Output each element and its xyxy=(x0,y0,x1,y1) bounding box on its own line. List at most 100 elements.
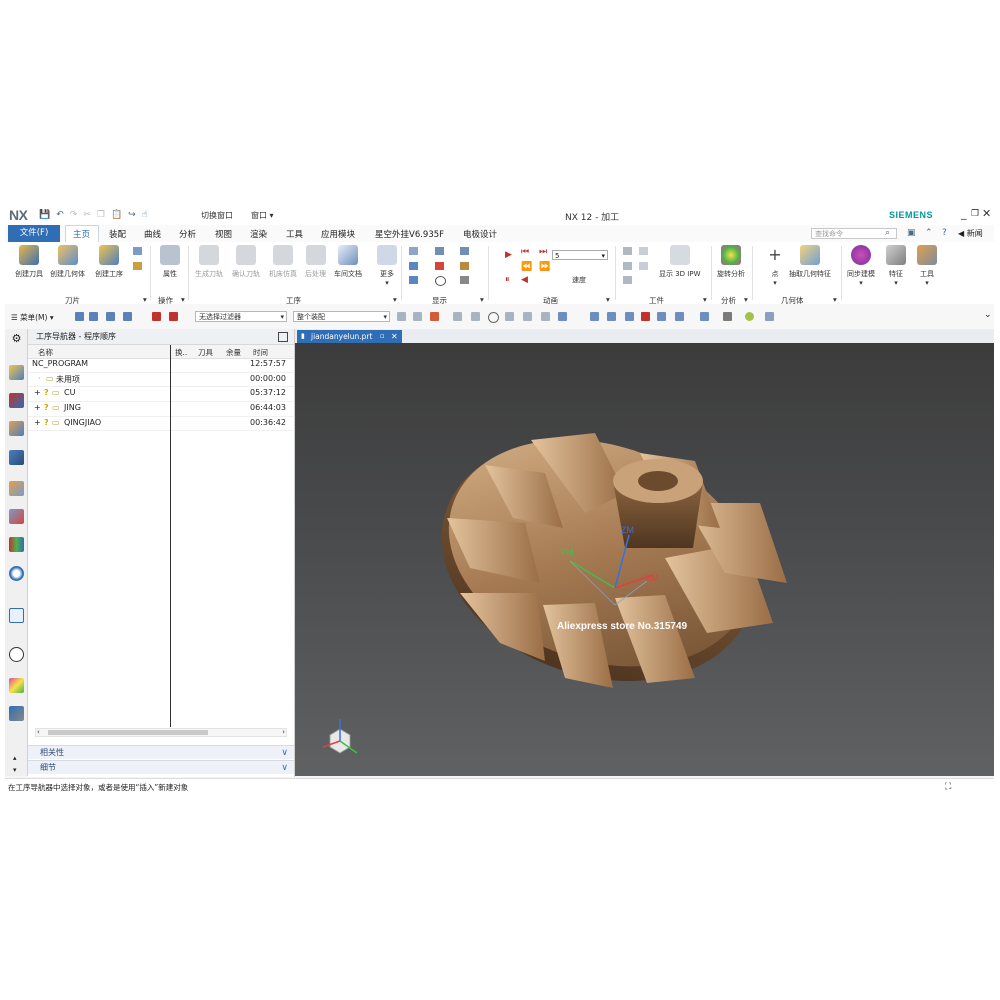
snap-point-icon[interactable] xyxy=(397,312,406,321)
document-options-icon[interactable]: ▫ xyxy=(380,330,385,343)
graphics-window[interactable]: YM ZM XM Aliexpress store No.315749 xyxy=(295,343,994,776)
expand-icon[interactable]: + xyxy=(34,403,41,412)
snap-icon[interactable] xyxy=(75,312,84,321)
display-all-icon[interactable] xyxy=(409,276,418,284)
selection-mode-icon[interactable] xyxy=(152,312,161,321)
touch-mode-icon[interactable]: ☝ xyxy=(142,210,147,220)
column-header-tool-change[interactable]: 换.. xyxy=(175,347,187,358)
horizontal-scrollbar[interactable]: ‹ › xyxy=(35,728,287,737)
rotation-analysis-button[interactable]: 旋转分析 xyxy=(717,245,745,279)
group-dropdown-icon[interactable]: ▾ xyxy=(703,295,707,304)
more-button[interactable]: 更多 ▾ xyxy=(377,245,397,287)
view-icon[interactable] xyxy=(641,312,650,321)
tab-assembly[interactable]: 装配 xyxy=(109,228,126,240)
workpiece-option-icon[interactable] xyxy=(639,262,648,270)
details-panel[interactable]: 细节 ∨ xyxy=(28,760,294,774)
scroll-up-icon[interactable]: ▴ xyxy=(13,754,17,762)
view-icon[interactable] xyxy=(607,312,616,321)
maximize-icon[interactable] xyxy=(278,332,288,342)
snap-point-icon[interactable] xyxy=(453,312,462,321)
type-filter-select[interactable]: 无选择过滤器 xyxy=(195,311,287,323)
copy-icon[interactable]: ❐ xyxy=(97,210,105,220)
history-icon[interactable] xyxy=(9,608,24,623)
small-op-icon[interactable] xyxy=(133,262,142,270)
display-toolpath-icon[interactable] xyxy=(409,247,418,255)
column-divider[interactable] xyxy=(170,345,171,727)
render-style-icon[interactable] xyxy=(765,312,774,321)
snap-point-icon[interactable] xyxy=(471,312,480,321)
tab-home[interactable]: 主页 xyxy=(73,228,90,240)
display-extra-icon[interactable] xyxy=(460,247,469,255)
group-dropdown-icon[interactable]: ▾ xyxy=(744,295,748,304)
feature-button[interactable]: 特征 ▾ xyxy=(886,245,906,287)
machine-view-icon[interactable] xyxy=(9,393,24,408)
expand-icon[interactable]: + xyxy=(34,418,41,427)
workpiece-option-icon[interactable] xyxy=(623,262,632,270)
tab-applications[interactable]: 应用模块 xyxy=(321,228,355,240)
snap-point-icon[interactable] xyxy=(523,312,532,321)
tools-button[interactable]: 工具 ▾ xyxy=(917,245,937,287)
column-header-stock[interactable]: 余量 xyxy=(226,347,241,358)
expand-icon[interactable]: + xyxy=(34,388,41,397)
document-tab[interactable]: ▮ jiandanyelun.prt ▫ ✕ xyxy=(297,330,402,343)
scrollbar-thumb[interactable] xyxy=(48,730,208,735)
selection-mode-icon[interactable] xyxy=(169,312,178,321)
column-header-tool[interactable]: 刀具 xyxy=(198,347,213,358)
group-dropdown-icon[interactable]: ▾ xyxy=(606,295,610,304)
snap-point-icon[interactable] xyxy=(430,312,439,321)
stop-icon[interactable]: ◀ xyxy=(521,275,528,285)
fullscreen-icon[interactable]: ⛶ xyxy=(945,779,951,795)
dependencies-panel[interactable]: 相关性 ∨ xyxy=(28,745,294,759)
table-row[interactable]: + ? ▭ CU 05:37:12 xyxy=(28,387,294,403)
restore-icon[interactable]: ❐ xyxy=(971,209,979,219)
step-forward-icon[interactable]: ⏭ xyxy=(539,247,547,257)
workpiece-option-icon[interactable] xyxy=(623,247,632,255)
tab-analysis[interactable]: 分析 xyxy=(179,228,196,240)
shop-documentation-button[interactable]: 车间文档 xyxy=(334,245,362,279)
save-icon[interactable]: 💾 xyxy=(39,210,50,220)
small-op-icon[interactable] xyxy=(133,247,142,255)
create-operation-button[interactable]: 创建工序 xyxy=(95,245,123,279)
display-selected-icon[interactable] xyxy=(409,262,418,270)
snap-point-icon[interactable] xyxy=(541,312,550,321)
tab-plugin[interactable]: 星空外挂V6.935F xyxy=(375,228,444,240)
clock-icon[interactable] xyxy=(9,647,24,662)
help-icon[interactable]: ? xyxy=(942,228,947,238)
display-tool-icon[interactable] xyxy=(460,262,469,270)
scroll-right-icon[interactable]: › xyxy=(282,728,285,736)
group-dropdown-icon[interactable]: ▾ xyxy=(833,295,837,304)
pause-icon[interactable]: ⏸ xyxy=(505,275,510,285)
view-icon[interactable] xyxy=(657,312,666,321)
search-icon[interactable]: ⌕ xyxy=(885,228,890,238)
paste-icon[interactable]: 📋 xyxy=(111,210,122,220)
tab-electrode-design[interactable]: 电极设计 xyxy=(463,228,497,240)
play-icon[interactable]: ▶ xyxy=(505,250,512,260)
snap-point-icon[interactable] xyxy=(505,312,514,321)
tab-view[interactable]: 视图 xyxy=(215,228,232,240)
tab-curve[interactable]: 曲线 xyxy=(144,228,161,240)
table-row[interactable]: · ▭ 未用项 00:00:00 xyxy=(28,373,294,388)
visual-palette-icon[interactable] xyxy=(9,678,24,693)
cut-icon[interactable]: ✂ xyxy=(83,210,91,220)
table-row[interactable]: + ? ▭ JING 06:44:03 xyxy=(28,402,294,417)
reuse-library-icon[interactable] xyxy=(9,537,24,552)
render-style-icon[interactable] xyxy=(700,312,709,321)
view-orientation-triad[interactable] xyxy=(322,719,358,754)
switch-window-button[interactable]: 切换窗口 xyxy=(201,210,233,221)
generate-toolpath-button[interactable]: 生成刀轨 xyxy=(195,245,223,279)
verify-toolpath-button[interactable]: 确认刀轨 xyxy=(232,245,260,279)
display-curve-icon[interactable] xyxy=(435,262,444,270)
table-row[interactable]: NC_PROGRAM 12:57:57 xyxy=(28,358,294,373)
point-button[interactable]: + 点 ▾ xyxy=(765,245,785,287)
render-style-icon[interactable] xyxy=(723,312,732,321)
column-header-time[interactable]: 时间 xyxy=(253,347,268,358)
menu-button[interactable]: ☰ 菜单(M) ▾ xyxy=(11,312,54,323)
roles-icon[interactable] xyxy=(9,706,24,721)
workpiece-option-icon[interactable] xyxy=(639,247,648,255)
postprocess-button[interactable]: 后处理 xyxy=(305,245,326,279)
workpiece-option-icon[interactable] xyxy=(623,276,632,284)
method-view-icon[interactable] xyxy=(9,450,24,465)
close-tab-icon[interactable]: ✕ xyxy=(391,330,398,343)
snap-point-icon[interactable] xyxy=(413,312,422,321)
create-tool-button[interactable]: 创建刀具 xyxy=(15,245,43,279)
